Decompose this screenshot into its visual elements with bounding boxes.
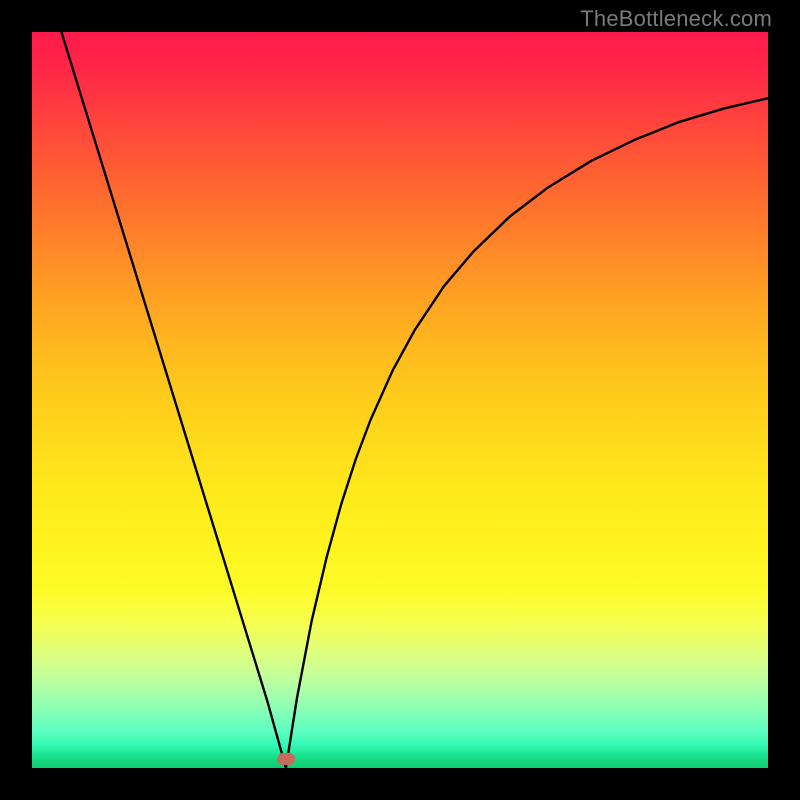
bottleneck-marker — [277, 753, 295, 765]
plot-area — [32, 32, 768, 768]
chart-frame: TheBottleneck.com — [0, 0, 800, 800]
bottleneck-curve — [32, 32, 768, 768]
watermark-text: TheBottleneck.com — [580, 6, 772, 32]
